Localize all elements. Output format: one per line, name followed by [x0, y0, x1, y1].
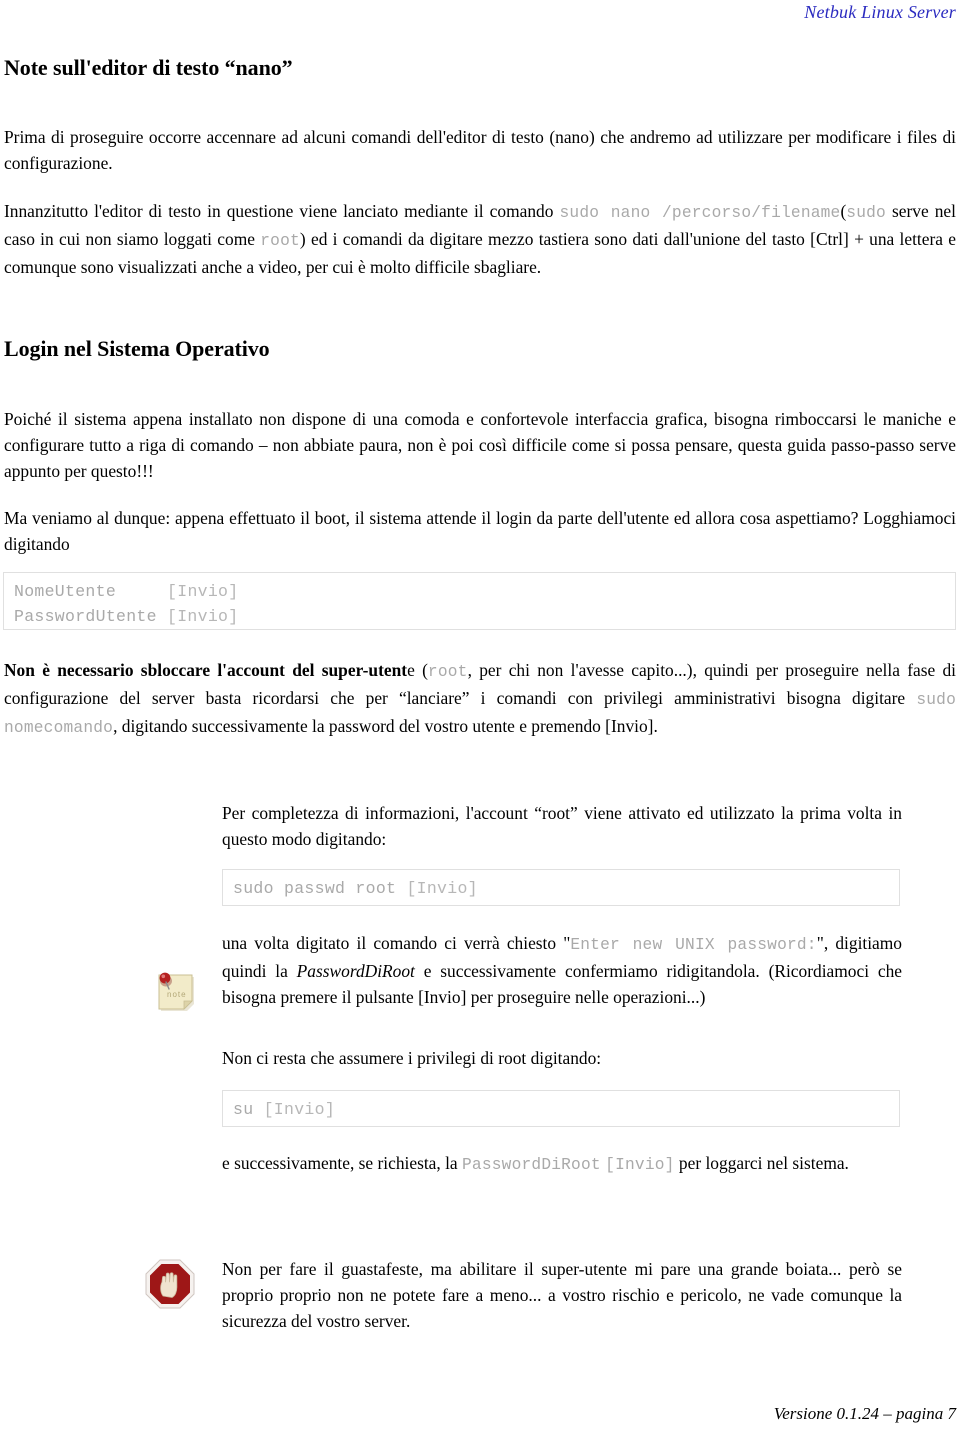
text-run: per loggarci nel sistema.: [674, 1153, 849, 1173]
paragraph-login-intro: Poiché il sistema appena installato non …: [4, 409, 956, 481]
section-heading-login: Login nel Sistema Operativo: [4, 336, 270, 361]
inline-code-password-di-root: PasswordDiRoot: [462, 1156, 601, 1174]
code-key-invio-3: [Invio]: [406, 879, 478, 898]
code-command-passwd: sudo passwd root: [233, 879, 397, 898]
code-line-password: PasswordUtente: [14, 607, 157, 626]
inline-code-root-2: root: [427, 663, 468, 681]
section-heading-nano: Note sull'editor di testo “nano”: [4, 55, 293, 80]
paragraph-warning-superuser: Non per fare il guastafeste, ma abilitar…: [222, 1259, 902, 1331]
text-run: , digitando successivamente la password …: [113, 716, 658, 736]
code-key-invio-4: [Invio]: [263, 1100, 336, 1119]
running-header-title: Netbuk Linux Server: [804, 2, 956, 22]
text-run: una volta digitato il comando ci verrà c…: [222, 933, 571, 953]
inline-code-sudo: sudo: [846, 204, 886, 222]
inline-code-invio: [Invio]: [605, 1156, 675, 1174]
paragraph-nano-command: Innanzitutto l'editor di testo in questi…: [4, 198, 956, 280]
inline-code-sudo-nano: sudo nano /percorso/filename: [559, 204, 841, 222]
paragraph-final-login: e successivamente, se richiesta, la Pass…: [222, 1150, 902, 1178]
paragraph-login-prompt: Ma veniamo al dunque: appena effettuato …: [4, 508, 956, 554]
document-page: Netbuk Linux Server Note sull'editor di …: [0, 0, 960, 1437]
text-run: e successivamente, se richiesta, la: [222, 1153, 462, 1173]
code-command-su: su: [233, 1100, 254, 1119]
svg-text:note: note: [167, 990, 187, 999]
text-run: e (: [407, 660, 428, 680]
code-key-invio-2: [Invio]: [167, 607, 239, 626]
code-line-username: NomeUtente: [14, 582, 117, 601]
inline-code-root: root: [260, 232, 300, 250]
code-block-login-credentials: NomeUtente [Invio] PasswordUtente [Invio…: [3, 572, 956, 630]
emphasis-password-di-root: PasswordDiRoot: [296, 961, 415, 981]
sticky-note-icon: note: [152, 968, 200, 1016]
paragraph-assume-root-privileges: Non ci resta che assumere i privilegi di…: [222, 1048, 602, 1068]
code-key-invio-1: [Invio]: [167, 582, 239, 601]
footer-version-page: Versione 0.1.24 – pagina 7: [773, 1404, 956, 1423]
paragraph-superuser-note: Non è necessario sbloccare l'account del…: [4, 657, 956, 741]
paragraph-enter-new-password: una volta digitato il comando ci verrà c…: [222, 930, 902, 1010]
inline-code-enter-new-unix-password: Enter new UNIX password:: [570, 936, 817, 954]
bold-lead-text: Non è necessario sbloccare l'account del…: [4, 660, 408, 680]
paragraph-nano-intro: Prima di proseguire occorre accennare ad…: [4, 127, 956, 173]
paragraph-root-activation: Per completezza di informazioni, l'accou…: [222, 803, 902, 849]
code-block-sudo-passwd-root: sudo passwd root [Invio]: [222, 869, 900, 906]
code-block-su: su [Invio]: [222, 1090, 900, 1127]
stop-hand-icon: [142, 1256, 198, 1312]
text-run: Innanzitutto l'editor di testo in questi…: [4, 201, 560, 221]
